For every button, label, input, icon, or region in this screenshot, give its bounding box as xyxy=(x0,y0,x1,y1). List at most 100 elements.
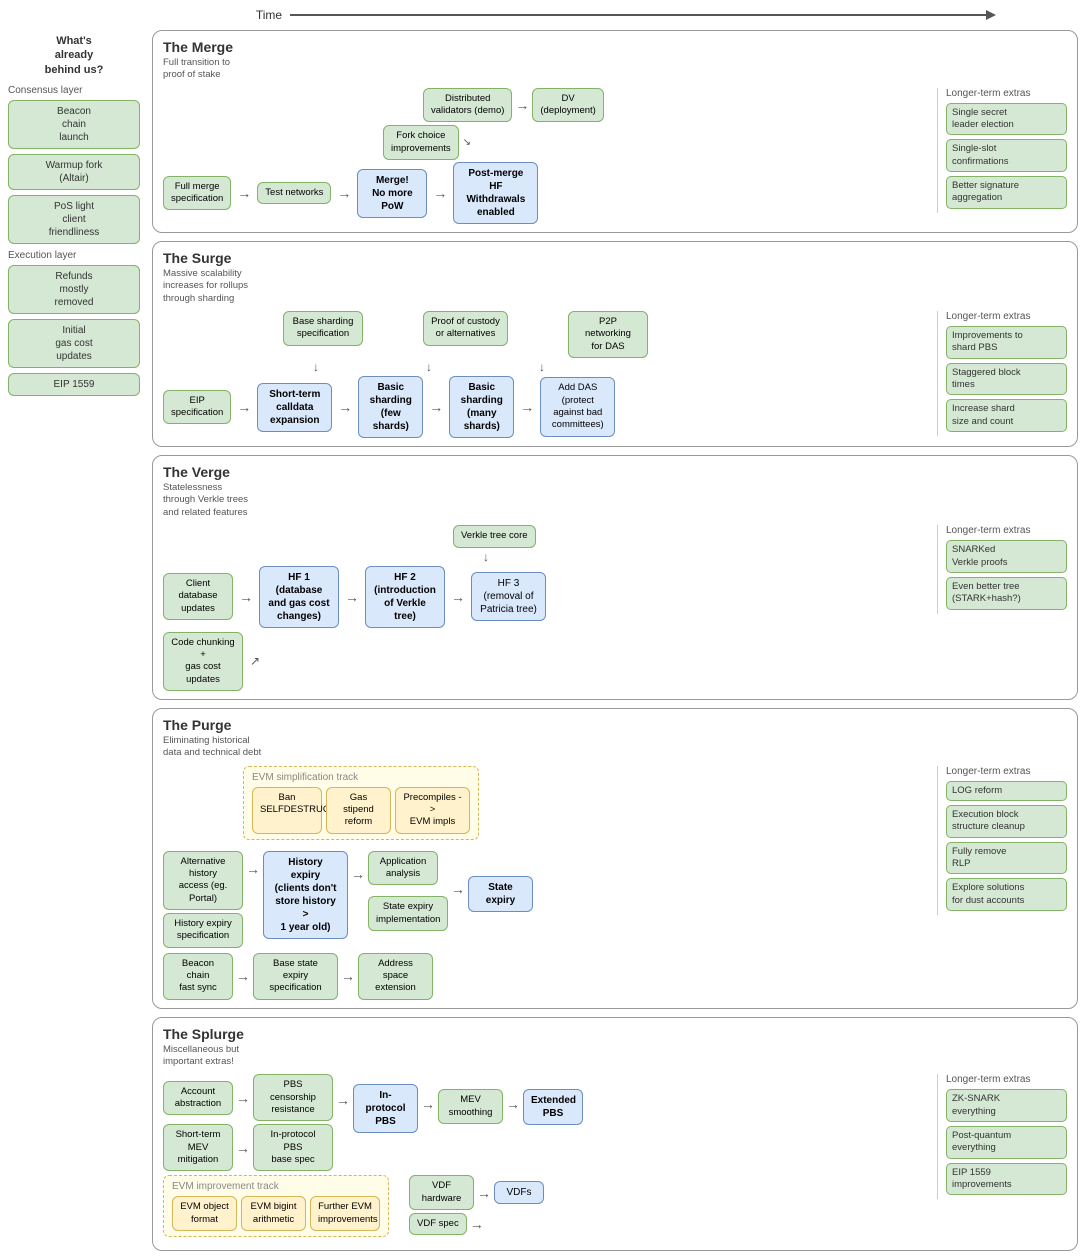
arr4: → xyxy=(433,186,447,200)
surge-section: The Surge Massive scalabilityincreases f… xyxy=(152,241,1078,447)
verge-hf3: HF 3(removal ofPatricia tree) xyxy=(471,572,546,621)
surge-basic-few: Basicsharding(few shards) xyxy=(358,376,423,438)
sidebar-pos-light: PoS lightclientfriendliness xyxy=(8,195,140,244)
sidebar-title: What'salreadybehind us? xyxy=(8,34,140,77)
time-header: Time xyxy=(0,0,1086,26)
merge-extras-title: Longer-term extras xyxy=(946,88,1067,99)
purge-state-expiry-impl: State expiryimplementation xyxy=(368,896,448,931)
purge-base-state-spec: Base state expiryspecification xyxy=(253,953,338,1000)
splurge-extended-pbs: ExtendedPBS xyxy=(523,1089,583,1125)
splurge-further-evm: Further EVMimprovements xyxy=(310,1196,380,1231)
merge-merge: Merge!No morePoW xyxy=(357,169,427,218)
surge-title: The Surge xyxy=(163,250,1067,266)
merge-extra-3: Better signatureaggregation xyxy=(946,176,1067,209)
merge-extra-2: Single-slotconfirmations xyxy=(946,139,1067,172)
splurge-extra-1: ZK-SNARKeverything xyxy=(946,1089,1067,1122)
merge-section: The Merge Full transition toproof of sta… xyxy=(152,30,1078,233)
verge-extras-title: Longer-term extras xyxy=(946,525,1067,536)
purge-section: The Purge Eliminating historicaldata and… xyxy=(152,708,1078,1009)
purge-extra-3: Fully removeRLP xyxy=(946,842,1067,875)
merge-test-networks: Test networks xyxy=(257,182,331,204)
splurge-vdf-spec: VDF spec xyxy=(409,1213,467,1235)
splurge-extras: Longer-term extras ZK-SNARKeverything Po… xyxy=(937,1074,1067,1199)
purge-history-expiry: Historyexpiry(clients don'tstore history… xyxy=(263,851,348,939)
splurge-in-protocol-base: In-protocol PBSbase spec xyxy=(253,1124,333,1171)
purge-subtitle: Eliminating historicaldata and technical… xyxy=(163,735,323,760)
surge-base-sharding-spec: Base shardingspecification xyxy=(283,311,363,346)
sidebar-eip1559: EIP 1559 xyxy=(8,373,140,396)
main-container: What'salreadybehind us? Consensus layer … xyxy=(0,26,1086,1259)
surge-eip-spec: EIPspecification xyxy=(163,390,231,425)
verge-title: The Verge xyxy=(163,464,1067,480)
verge-verkle-core: Verkle tree core xyxy=(453,525,536,547)
verge-hf1: HF 1(databaseand gas costchanges) xyxy=(259,566,339,628)
splurge-vdf-hardware: VDF hardware xyxy=(409,1175,474,1210)
main-area: The Merge Full transition toproof of sta… xyxy=(148,26,1086,1259)
sarr2: → xyxy=(338,400,352,414)
arr3: → xyxy=(337,186,351,200)
splurge-evm-track: EVM improvement track EVM objectformat E… xyxy=(163,1175,389,1237)
purge-history-expiry-spec: History expiryspecification xyxy=(163,913,243,948)
sarr3: → xyxy=(429,400,443,414)
merge-full-spec: Full mergespecification xyxy=(163,176,231,211)
purge-state-expiry: State expiry xyxy=(468,876,533,912)
splurge-section: The Splurge Miscellaneous butimportant e… xyxy=(152,1017,1078,1251)
purge-extra-4: Explore solutionsfor dust accounts xyxy=(946,878,1067,911)
purge-extra-1: LOG reform xyxy=(946,781,1067,801)
splurge-mev-mitigation: Short-term MEVmitigation xyxy=(163,1124,233,1171)
sarr1: → xyxy=(237,400,251,414)
splurge-evm-object: EVM objectformat xyxy=(172,1196,237,1231)
sidebar-gas-cost: Initialgas costupdates xyxy=(8,319,140,368)
surge-extra-2: Staggered blocktimes xyxy=(946,363,1067,396)
merge-extras: Longer-term extras Single secretleader e… xyxy=(937,88,1067,213)
purge-precompiles: Precompiles ->EVM impls xyxy=(395,787,470,834)
purge-extras-title: Longer-term extras xyxy=(946,766,1067,777)
verge-subtitle: Statelessnessthrough Verkle treesand rel… xyxy=(163,482,323,519)
verge-client-db: Client databaseupdates xyxy=(163,573,233,620)
purge-beacon-fast-sync: Beacon chainfast sync xyxy=(163,953,233,1000)
splurge-pbs-censorship: PBS censorshipresistance xyxy=(253,1074,333,1121)
splurge-extra-3: EIP 1559improvements xyxy=(946,1163,1067,1196)
splurge-title: The Splurge xyxy=(163,1026,1067,1042)
purge-evm-track-title: EVM simplification track xyxy=(252,772,470,783)
merge-dist-validators: Distributedvalidators (demo) xyxy=(423,88,512,123)
sidebar-refunds: Refundsmostlyremoved xyxy=(8,265,140,314)
surge-subtitle: Massive scalabilityincreases for rollups… xyxy=(163,268,323,305)
verge-extra-2: Even better tree(STARK+hash?) xyxy=(946,577,1067,610)
surge-extras: Longer-term extras Improvements toshard … xyxy=(937,311,1067,436)
merge-dv-deployment: DV(deployment) xyxy=(532,88,603,123)
sidebar: What'salreadybehind us? Consensus layer … xyxy=(0,26,148,1259)
splurge-evm-track-title: EVM improvement track xyxy=(172,1181,380,1192)
merge-fork-choice: Fork choiceimprovements xyxy=(383,125,459,160)
arrow1: → xyxy=(515,98,529,112)
purge-title: The Purge xyxy=(163,717,1067,733)
surge-proof-custody: Proof of custodyor alternatives xyxy=(423,311,508,346)
verge-hf2: HF 2(introductionof Verkletree) xyxy=(365,566,445,628)
splurge-subtitle: Miscellaneous butimportant extras! xyxy=(163,1044,323,1069)
time-label: Time xyxy=(256,8,282,22)
varr2: → xyxy=(345,590,359,604)
merge-post-merge: Post-mergeHFWithdrawalsenabled xyxy=(453,162,538,224)
surge-basic-many: Basicsharding(manyshards) xyxy=(449,376,514,438)
splurge-extras-title: Longer-term extras xyxy=(946,1074,1067,1085)
purge-addr-space: Address spaceextension xyxy=(358,953,433,1000)
surge-p2p: P2P networkingfor DAS xyxy=(568,311,648,358)
splurge-vdfs: VDFs xyxy=(494,1181,544,1204)
verge-code-chunking: Code chunking +gas cost updates xyxy=(163,632,243,691)
surge-calldata: Short-termcalldataexpansion xyxy=(257,383,332,432)
sidebar-warmup-fork: Warmup fork(Altair) xyxy=(8,154,140,190)
merge-subtitle: Full transition toproof of stake xyxy=(163,57,323,82)
verge-extra-1: SNARKedVerkle proofs xyxy=(946,540,1067,573)
splurge-in-protocol-pbs: In-protocolPBS xyxy=(353,1084,418,1133)
sarr4: → xyxy=(520,400,534,414)
varr1: → xyxy=(239,590,253,604)
verge-extras: Longer-term extras SNARKedVerkle proofs … xyxy=(937,525,1067,613)
splurge-mev-smoothing: MEV smoothing xyxy=(438,1089,503,1124)
verge-section: The Verge Statelessnessthrough Verkle tr… xyxy=(152,455,1078,700)
purge-evm-track: EVM simplification track BanSELFDESTRUCT… xyxy=(243,766,479,840)
merge-title: The Merge xyxy=(163,39,1067,55)
purge-extras: Longer-term extras LOG reform Execution … xyxy=(937,766,1067,915)
varr3: → xyxy=(451,590,465,604)
surge-extra-1: Improvements toshard PBS xyxy=(946,326,1067,359)
surge-extra-3: Increase shardsize and count xyxy=(946,399,1067,432)
